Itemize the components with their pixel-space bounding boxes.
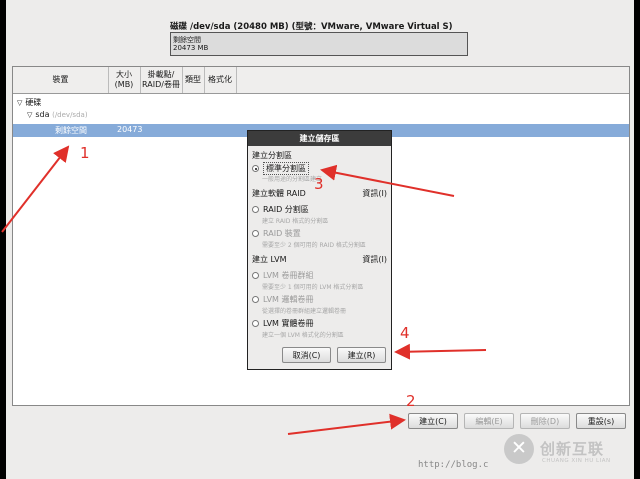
- annotation-number-2: 2: [406, 392, 416, 410]
- annotation-number-4: 4: [400, 324, 410, 342]
- brand-logo-icon: [504, 434, 534, 464]
- arrow-4: [394, 343, 487, 360]
- arrow-2: [287, 413, 406, 435]
- arrow-3: [320, 164, 455, 197]
- watermark-logo: 创新互联 CHUANG XIN HU LIAN: [500, 432, 636, 472]
- annotation-number-1: 1: [80, 144, 90, 162]
- arrow-1: [1, 145, 70, 233]
- annotation-number-3: 3: [314, 175, 324, 193]
- watermark-brand-cn: 创新互联: [540, 440, 605, 458]
- watermark-brand-en: CHUANG XIN HU LIAN: [542, 458, 611, 464]
- annotation-arrows: [1, 145, 487, 435]
